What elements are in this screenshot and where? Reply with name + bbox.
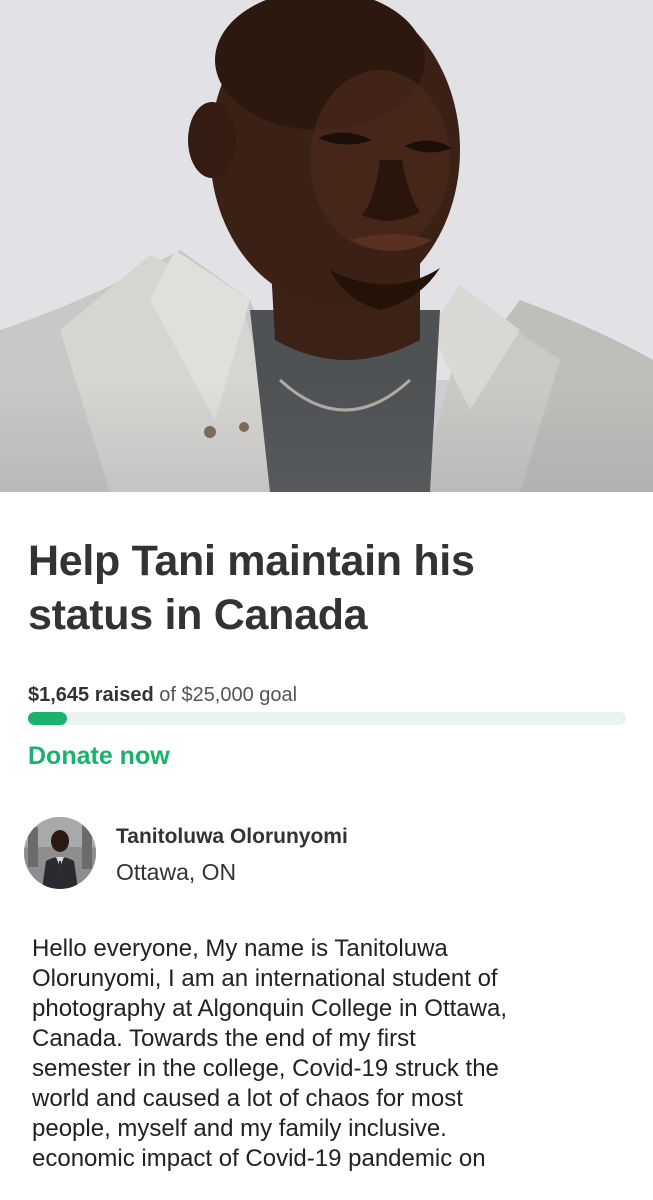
organizer-info: Tanitoluwa Olorunyomi Ottawa, ON [24,817,624,889]
campaign-title-line-2: status in Canada [28,591,368,639]
fundraising-progress-text: $1,645 raised of $25,000 goal [28,681,297,709]
campaign-page: Help Tani maintain his status in Canada … [0,0,653,1200]
story-line: Olorunyomi, I am an international studen… [32,965,498,992]
organizer-avatar[interactable] [24,817,96,889]
campaign-story: Hello everyone, My name is Tanitoluwa Ol… [32,934,632,1174]
progress-bar-fill [28,712,68,725]
story-line: Hello everyone, My name is Tanitoluwa [32,935,448,962]
raised-amount: $1,645 raised [28,684,154,706]
hero-bottom-fade [0,382,653,492]
story-line: people, myself and my family inclusive. [32,1115,447,1142]
campaign-title: Help Tani maintain his status in Canada [28,534,628,642]
organizer-location: Ottawa, ON [116,859,237,885]
avatar-photo [24,817,96,889]
story-line: semester in the college, Covid-19 struck… [32,1055,499,1082]
story-line: photography at Algonquin College in Otta… [32,995,507,1022]
organizer-name[interactable]: Tanitoluwa Olorunyomi [116,823,348,851]
story-line: Canada. Towards the end of my first [32,1025,416,1052]
campaign-title-line-1: Help Tani maintain his [28,537,475,585]
story-line: world and caused a lot of chaos for most [32,1085,463,1112]
goal-amount: of $25,000 goal [159,684,298,706]
story-line: economic impact of Covid-19 pandemic on [32,1145,486,1172]
campaign-hero-photo [0,0,653,492]
progress-bar [28,712,626,725]
donate-now-link[interactable]: Donate now [28,740,170,772]
